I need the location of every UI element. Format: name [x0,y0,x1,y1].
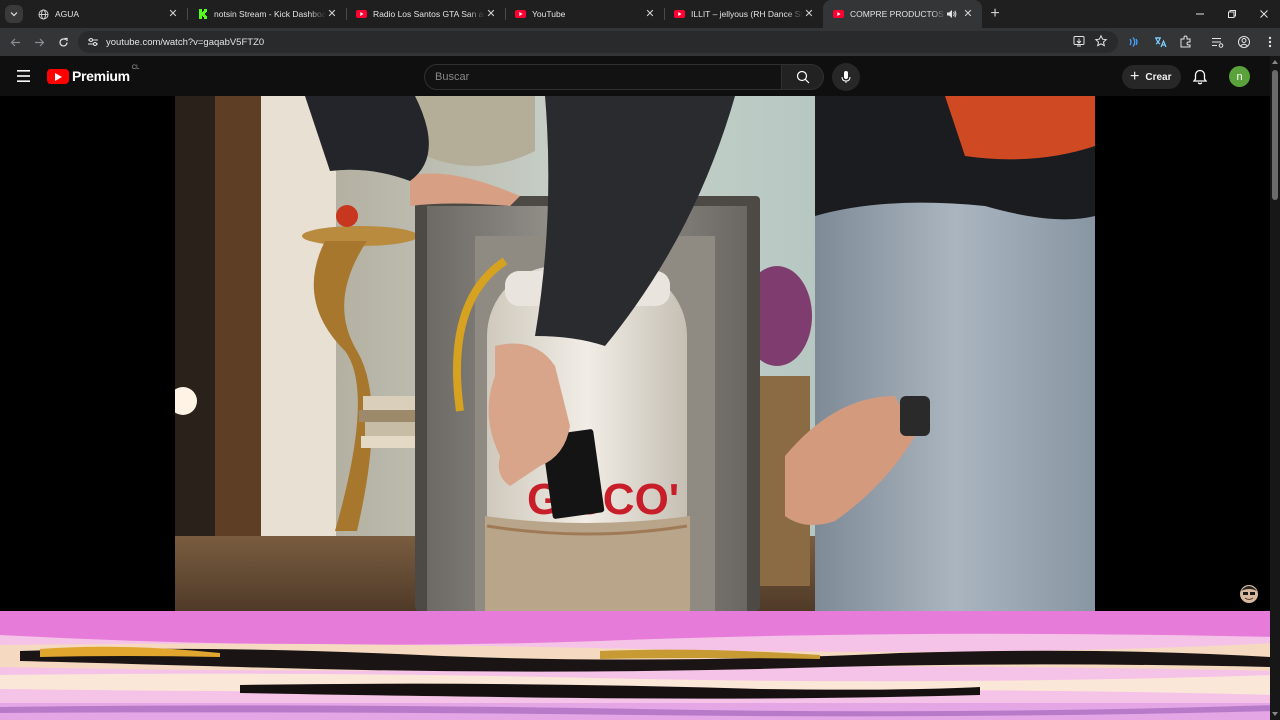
close-icon[interactable]: ✕ [644,8,656,20]
create-label: Crear [1145,71,1172,83]
restore-icon [1228,10,1236,18]
reload-button[interactable] [51,30,75,54]
bookmark-star-icon[interactable] [1094,34,1108,53]
address-bar[interactable]: youtube.com/watch?v=gaqabV5FTZ0 [78,31,1118,53]
search-input[interactable]: Buscar [424,64,782,90]
media-controls-icon[interactable] [1208,32,1228,52]
arrow-right-icon [34,38,44,46]
close-icon[interactable]: ✕ [326,8,338,20]
tab-title: notsin Stream - Kick Dashboard [214,9,326,19]
minimize-button[interactable] [1184,0,1216,28]
browser-toolbar: youtube.com/watch?v=gaqabV5FTZ0 [0,28,1280,56]
minimize-icon [1196,13,1204,15]
tab-title: COMPRE PRODUCTOS de TEMU [850,9,946,19]
arrow-left-icon [10,38,20,46]
close-icon [1260,10,1268,18]
video-player[interactable]: G SCO' [0,96,1270,611]
tab-search-button[interactable] [0,0,28,28]
globe-icon [38,9,49,20]
tab-youtube[interactable]: YouTube ✕ [505,0,664,28]
extension-wave-icon[interactable] [1124,32,1144,52]
logo-text: Premium [72,68,130,84]
window-controls [1184,0,1280,28]
chevron-down-icon [10,12,18,17]
scrollbar-thumb[interactable] [1272,70,1278,200]
speaker-icon[interactable] [946,9,958,19]
tab-title: YouTube [532,9,566,19]
search-icon [796,70,809,84]
page-scrollbar[interactable] [1270,56,1280,720]
tab-compre-productos[interactable]: COMPRE PRODUCTOS de TEMU ✕ [823,0,982,28]
plus-icon: + [1130,68,1140,85]
youtube-icon [674,9,685,20]
url-text[interactable]: youtube.com/watch?v=gaqabV5FTZ0 [106,37,264,48]
country-code: CL [131,65,140,71]
tab-radio-los-santos[interactable]: Radio Los Santos GTA San andreas ✕ [346,0,505,28]
glitched-video-strip [0,611,1276,720]
search-box: Buscar [424,64,824,90]
search-button[interactable] [782,64,824,90]
tab-title: Radio Los Santos GTA San andreas [373,9,485,19]
youtube-premium-logo[interactable]: Premium CL [47,65,140,84]
voice-search-button[interactable] [832,63,860,91]
tab-title: AGUA [55,9,80,19]
close-icon[interactable]: ✕ [485,8,497,20]
hamburger-menu-icon[interactable] [14,68,34,84]
tab-title: ILLIT – jellyous (RH Dance Studio [691,9,803,19]
create-button[interactable]: + Crear [1122,65,1182,89]
tab-agua[interactable]: AGUA ✕ [28,0,187,28]
video-frame: G SCO' [175,96,1095,611]
tab-strip: AGUA ✕ notsin Stream - Kick Dashboard ✕ … [0,0,1280,28]
puzzle-icon[interactable] [1176,32,1196,52]
avatar[interactable]: n [1229,66,1250,87]
tab-kick-dashboard[interactable]: notsin Stream - Kick Dashboard ✕ [187,0,346,28]
microphone-icon [841,71,851,83]
youtube-logo-icon [47,68,69,84]
notifications-bell-icon[interactable] [1190,67,1210,87]
face-sticker-icon [1240,585,1258,603]
install-app-icon[interactable] [1072,34,1086,53]
reload-icon [58,37,68,47]
youtube-icon [515,9,526,20]
close-window-button[interactable] [1248,0,1280,28]
profile-icon[interactable] [1234,32,1254,52]
youtube-icon [833,9,844,20]
close-icon[interactable]: ✕ [167,8,179,20]
new-tab-button[interactable]: + [982,0,1008,28]
site-info-icon[interactable] [86,35,100,49]
tab-illit-jellyous[interactable]: ILLIT – jellyous (RH Dance Studio ✕ [664,0,823,28]
close-icon[interactable]: ✕ [803,8,815,20]
forward-button[interactable] [27,30,51,54]
kebab-menu-icon[interactable] [1260,32,1280,52]
plus-icon: + [990,5,1000,22]
youtube-icon [356,9,367,20]
restore-button[interactable] [1216,0,1248,28]
youtube-masthead: Premium CL Buscar + Crear n [0,56,1280,96]
back-button[interactable] [3,30,27,54]
extension-translate-icon[interactable] [1150,32,1170,52]
extensions-area [1124,32,1280,52]
scroll-down-arrow-icon[interactable] [1272,712,1278,716]
kick-icon [197,9,208,20]
close-icon[interactable]: ✕ [962,8,974,20]
scroll-up-arrow-icon[interactable] [1272,60,1278,64]
